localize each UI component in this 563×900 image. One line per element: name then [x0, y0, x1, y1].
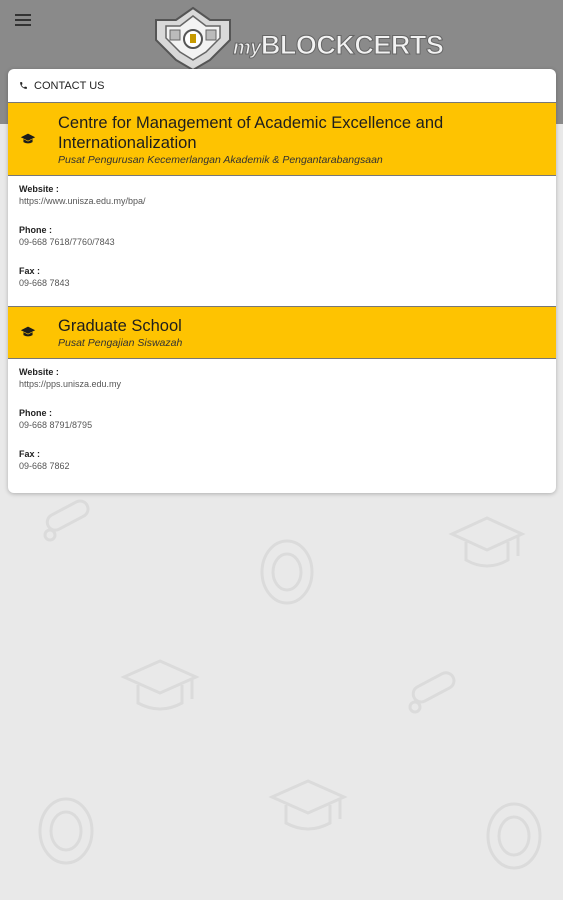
website-link[interactable]: https://pps.unisza.edu.my	[19, 378, 556, 391]
phone-label: Phone :	[19, 408, 52, 418]
watermark-seal-icon	[38, 797, 94, 865]
logo-text: myBLOCKCERTS	[233, 30, 445, 61]
section-subtitle: Pusat Pengurusan Kecemerlangan Akademik …	[58, 154, 383, 166]
card-header-label: CONTACT US	[34, 79, 105, 92]
section-header-cmaei: Centre for Management of Academic Excell…	[8, 102, 556, 176]
phone-number[interactable]: 09-668 7618/7760/7843	[19, 236, 556, 249]
section-title: Centre for Management of Academic Excell…	[58, 114, 444, 152]
watermark-cap-icon	[268, 779, 348, 831]
section-header-graduate-school: Graduate School Pusat Pengajian Siswazah	[8, 306, 556, 359]
phone-icon	[20, 82, 27, 89]
fax-label: Fax :	[19, 266, 41, 276]
card-header: CONTACT US	[8, 69, 556, 102]
website-label: Website :	[19, 184, 59, 194]
website-field: Website : https://www.unisza.edu.my/bpa/	[19, 184, 556, 208]
phone-field: Phone : 09-668 8791/8795	[19, 408, 556, 432]
watermark-scroll-icon	[408, 671, 456, 714]
section-details-graduate-school: Website : https://pps.unisza.edu.my Phon…	[8, 359, 556, 473]
fax-number: 09-668 7862	[19, 461, 70, 471]
phone-field: Phone : 09-668 7618/7760/7843	[19, 225, 556, 249]
watermark-seal-icon	[486, 802, 542, 870]
fax-field: Fax : 09-668 7862	[19, 449, 556, 473]
phone-number[interactable]: 09-668 8791/8795	[19, 419, 556, 432]
website-field: Website : https://pps.unisza.edu.my	[19, 367, 556, 391]
watermark-seal-icon	[260, 539, 314, 605]
fax-number: 09-668 7843	[19, 278, 70, 288]
section-subtitle: Pusat Pengajian Siswazah	[58, 337, 183, 349]
graduation-cap-icon	[20, 326, 36, 337]
website-label: Website :	[19, 367, 59, 377]
section-details-cmaei: Website : https://www.unisza.edu.my/bpa/…	[8, 176, 556, 306]
logo-emblem	[155, 6, 231, 72]
logo-prefix: my	[233, 37, 262, 60]
logo-main: BLOCKCERTS	[260, 30, 444, 61]
phone-label: Phone :	[19, 225, 52, 235]
graduation-cap-icon	[20, 133, 36, 144]
watermark-cap-icon	[120, 659, 200, 711]
section-title: Graduate School	[58, 317, 182, 335]
watermark-cap-icon	[448, 516, 526, 568]
menu-icon[interactable]	[15, 14, 31, 28]
fax-label: Fax :	[19, 449, 41, 459]
contact-card: CONTACT US Centre for Management of Acad…	[8, 69, 556, 493]
fax-field: Fax : 09-668 7843	[19, 266, 556, 290]
watermark-scroll-icon	[43, 499, 90, 542]
website-link[interactable]: https://www.unisza.edu.my/bpa/	[19, 195, 556, 208]
